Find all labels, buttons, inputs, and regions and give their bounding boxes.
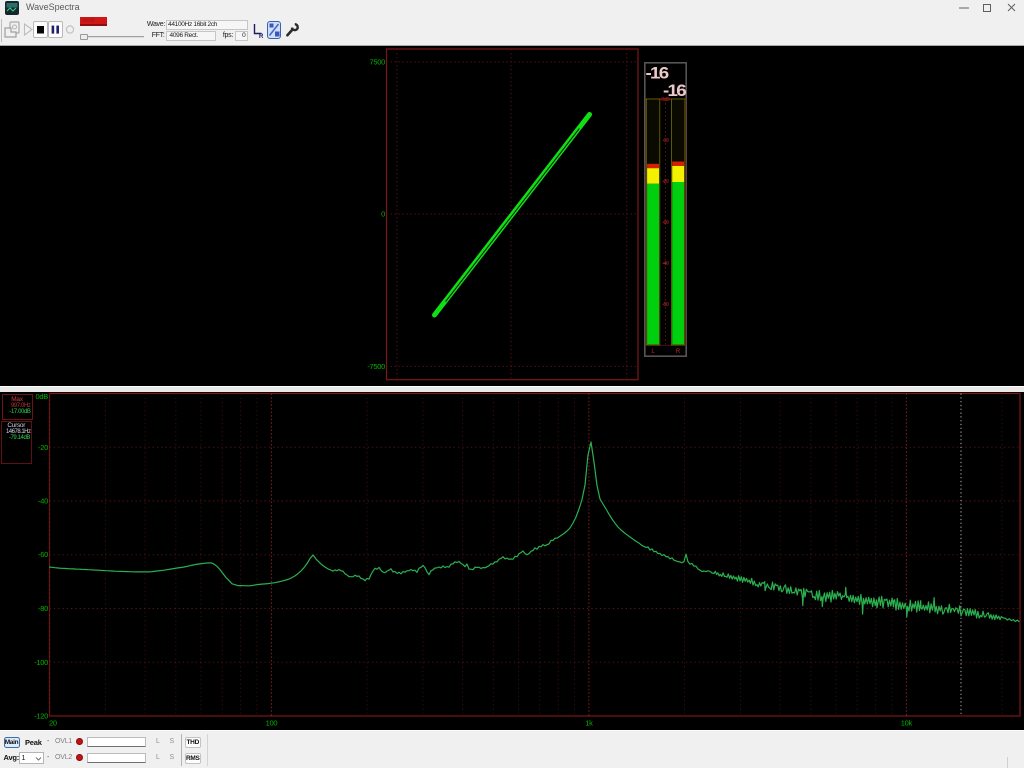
svg-text:R: R xyxy=(675,349,680,355)
svg-text:-80: -80 xyxy=(38,604,48,613)
svg-text:-20: -20 xyxy=(662,179,669,185)
svg-text:7500: 7500 xyxy=(370,58,386,67)
svg-text:-60: -60 xyxy=(38,550,48,559)
svg-text:R: R xyxy=(259,34,264,39)
svg-text:10k: 10k xyxy=(901,719,913,728)
svg-text:-16: -16 xyxy=(645,65,668,83)
svg-text:0dB: 0dB xyxy=(36,392,49,401)
svg-text:-40: -40 xyxy=(38,497,48,506)
svg-text:100: 100 xyxy=(266,719,278,728)
svg-text:-20: -20 xyxy=(38,443,48,452)
svg-text:-40: -40 xyxy=(662,261,669,267)
svg-text:-30: -30 xyxy=(662,220,669,226)
svg-text:-50: -50 xyxy=(662,302,669,308)
svg-text:-120: -120 xyxy=(34,712,48,721)
svg-text:-10: -10 xyxy=(662,138,669,144)
svg-text:0: 0 xyxy=(381,210,385,219)
svg-text:20: 20 xyxy=(49,719,57,728)
svg-text:-100: -100 xyxy=(34,658,48,667)
svg-text:0dB: 0dB xyxy=(661,97,670,103)
svg-text:-7500: -7500 xyxy=(367,362,385,371)
svg-text:1k: 1k xyxy=(585,719,593,728)
